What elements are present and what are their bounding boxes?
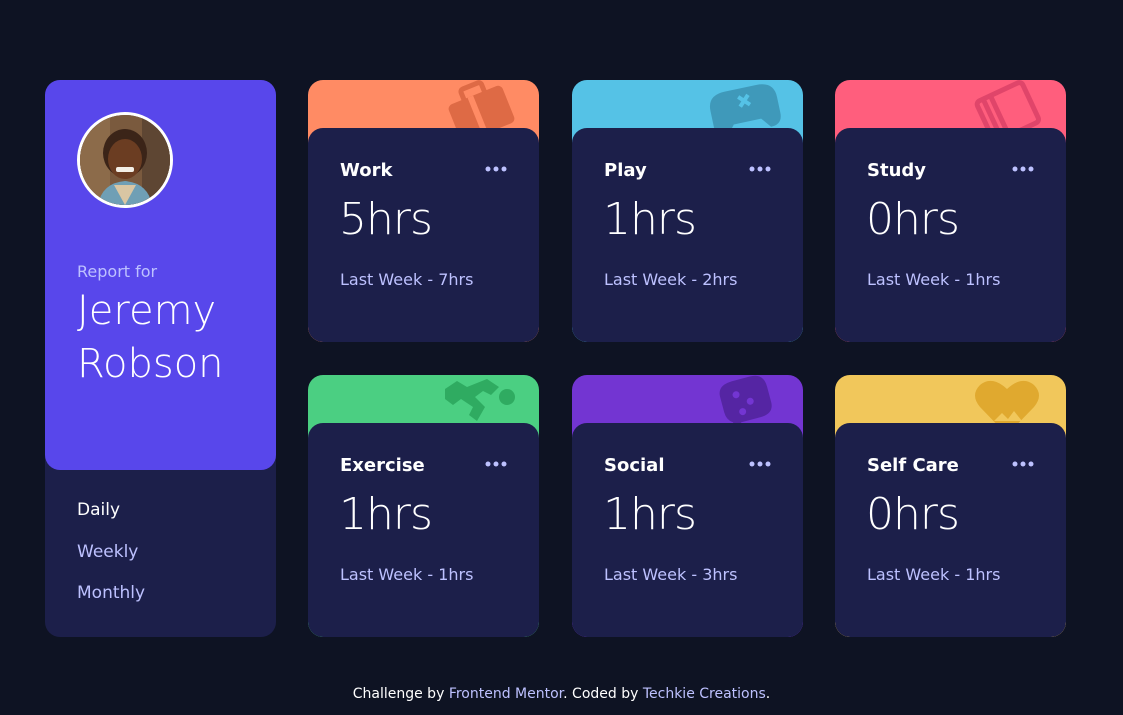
avatar-image: [80, 115, 170, 205]
previous-hours: Last Week - 3hrs: [604, 565, 738, 584]
previous-hours: Last Week - 1hrs: [340, 565, 474, 584]
card-title: Self Care: [867, 455, 959, 476]
previous-hours: Last Week - 1hrs: [867, 270, 1001, 289]
more-options-icon[interactable]: [749, 457, 771, 471]
card-body[interactable]: Self Care 0hrs Last Week - 1hrs: [835, 423, 1066, 637]
report-for-label: Report for: [77, 262, 158, 281]
card-study: Study 0hrs Last Week - 1hrs: [835, 80, 1066, 342]
footer-suffix: .: [765, 686, 771, 702]
more-options-icon[interactable]: [1012, 457, 1034, 471]
card-exercise: Exercise 1hrs Last Week - 1hrs: [308, 375, 539, 637]
more-options-icon[interactable]: [749, 162, 771, 176]
more-options-icon[interactable]: [485, 457, 507, 471]
period-daily[interactable]: Daily: [77, 500, 120, 520]
previous-hours: Last Week - 2hrs: [604, 270, 738, 289]
card-self-care: Self Care 0hrs Last Week - 1hrs: [835, 375, 1066, 637]
previous-hours: Last Week - 7hrs: [340, 270, 474, 289]
card-title: Study: [867, 160, 927, 181]
more-options-icon[interactable]: [485, 162, 507, 176]
more-options-icon[interactable]: [1012, 162, 1034, 176]
card-body[interactable]: Work 5hrs Last Week - 7hrs: [308, 128, 539, 342]
current-hours: 1hrs: [339, 489, 433, 540]
frontend-mentor-link[interactable]: Frontend Mentor: [449, 686, 563, 702]
previous-hours: Last Week - 1hrs: [867, 565, 1001, 584]
avatar: [77, 112, 173, 208]
current-hours: 0hrs: [866, 194, 960, 245]
card-body[interactable]: Play 1hrs Last Week - 2hrs: [572, 128, 803, 342]
card-play: Play 1hrs Last Week - 2hrs: [572, 80, 803, 342]
current-hours: 5hrs: [339, 194, 433, 245]
period-weekly[interactable]: Weekly: [77, 542, 138, 562]
techkie-creations-link[interactable]: Techkie Creations: [643, 686, 766, 702]
dashboard: Report for Jeremy Robson Daily Weekly Mo…: [0, 0, 1123, 715]
card-work: Work 5hrs Last Week - 7hrs: [308, 80, 539, 342]
card-title: Work: [340, 160, 393, 181]
current-hours: 0hrs: [866, 489, 960, 540]
card-body[interactable]: Social 1hrs Last Week - 3hrs: [572, 423, 803, 637]
attribution-footer: Challenge by Frontend Mentor. Coded by T…: [0, 686, 1123, 702]
footer-prefix: Challenge by: [352, 686, 449, 702]
card-title: Play: [604, 160, 647, 181]
card-title: Exercise: [340, 455, 425, 476]
user-name: Jeremy Robson: [77, 288, 224, 387]
footer-middle: . Coded by: [563, 686, 643, 702]
profile-card: Report for Jeremy Robson Daily Weekly Mo…: [45, 80, 276, 637]
card-body[interactable]: Exercise 1hrs Last Week - 1hrs: [308, 423, 539, 637]
current-hours: 1hrs: [603, 194, 697, 245]
card-body[interactable]: Study 0hrs Last Week - 1hrs: [835, 128, 1066, 342]
current-hours: 1hrs: [603, 489, 697, 540]
card-social: Social 1hrs Last Week - 3hrs: [572, 375, 803, 637]
card-title: Social: [604, 455, 665, 476]
period-monthly[interactable]: Monthly: [77, 583, 145, 603]
profile-header: Report for Jeremy Robson: [45, 80, 276, 470]
